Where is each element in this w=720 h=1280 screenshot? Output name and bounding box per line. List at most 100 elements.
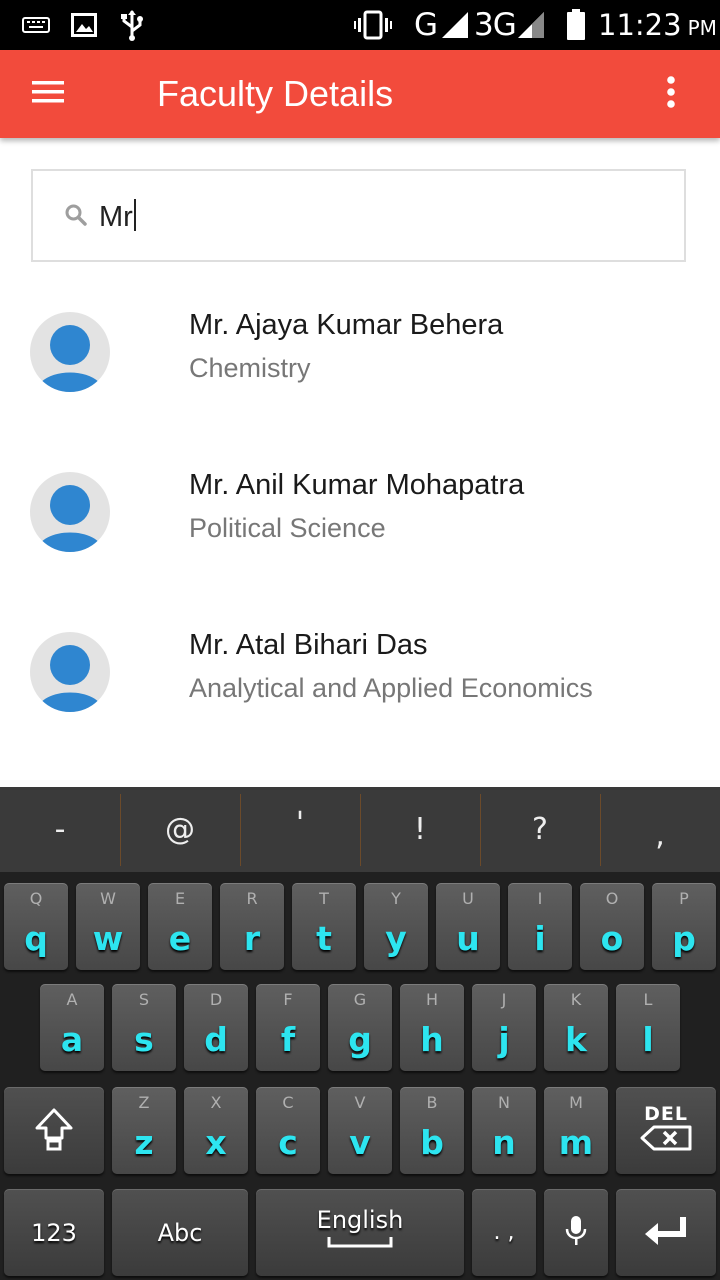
key-hint: Y: [391, 889, 401, 908]
enter-key[interactable]: [616, 1189, 716, 1276]
key-g[interactable]: Gg: [328, 984, 392, 1071]
enter-icon: [643, 1214, 689, 1252]
hamburger-menu-icon: [32, 80, 64, 109]
space-bar-icon: [327, 1234, 393, 1253]
key-t[interactable]: Tt: [292, 883, 356, 970]
key-u[interactable]: Uu: [436, 883, 500, 970]
punctuation-key[interactable]: . ,: [472, 1189, 536, 1276]
symbol-suggestion-bar: - @ ' ! ? ,: [0, 787, 720, 872]
key-l[interactable]: Ll: [616, 984, 680, 1071]
key-label: v: [349, 1123, 371, 1162]
space-key[interactable]: English: [256, 1189, 464, 1276]
clock-ampm: PM: [687, 16, 717, 40]
list-item[interactable]: Mr. Atal Bihari Das Analytical and Appli…: [0, 592, 720, 752]
suggestion-dash[interactable]: -: [0, 787, 120, 872]
key-hint: L: [643, 990, 653, 1009]
key-x[interactable]: Xx: [184, 1087, 248, 1174]
key-o[interactable]: Oo: [580, 883, 644, 970]
avatar: [30, 312, 110, 392]
overflow-menu-button[interactable]: [650, 69, 692, 119]
key-hint: Z: [138, 1093, 150, 1112]
image-icon: [71, 0, 97, 50]
key-a[interactable]: Aa: [40, 984, 104, 1071]
key-hint: U: [462, 889, 474, 908]
faculty-department: Analytical and Applied Economics: [189, 673, 593, 703]
key-hint: A: [66, 990, 78, 1009]
clock-time: 11:23: [598, 8, 682, 42]
key-label: h: [420, 1020, 444, 1059]
key-label: k: [565, 1020, 587, 1059]
backspace-icon: [640, 1125, 692, 1155]
key-w[interactable]: Ww: [76, 883, 140, 970]
key-hint: J: [501, 990, 507, 1009]
key-e[interactable]: Ee: [148, 883, 212, 970]
key-f[interactable]: Ff: [256, 984, 320, 1071]
key-label: a: [60, 1020, 84, 1059]
key-b[interactable]: Bb: [400, 1087, 464, 1174]
faculty-department: Chemistry: [189, 353, 311, 383]
key-hint: K: [570, 990, 582, 1009]
key-label: i: [534, 919, 546, 958]
key-label: x: [205, 1123, 227, 1162]
key-label: n: [492, 1123, 516, 1162]
shift-key[interactable]: [4, 1087, 104, 1174]
search-field[interactable]: Mr: [31, 169, 686, 262]
key-label: j: [498, 1020, 510, 1059]
key-n[interactable]: Nn: [472, 1087, 536, 1174]
key-label: p: [672, 919, 696, 958]
key-j[interactable]: Jj: [472, 984, 536, 1071]
key-q[interactable]: Qq: [4, 883, 68, 970]
list-item[interactable]: Mr. Ajaya Kumar Behera Chemistry: [0, 272, 720, 432]
usb-icon: [120, 0, 144, 50]
key-hint: H: [425, 990, 439, 1009]
key-label: g: [348, 1020, 372, 1059]
suggestion-comma[interactable]: ,: [600, 787, 720, 872]
key-hint: G: [353, 990, 367, 1009]
key-y[interactable]: Yy: [364, 883, 428, 970]
key-d[interactable]: Dd: [184, 984, 248, 1071]
abc-key[interactable]: Abc: [112, 1189, 248, 1276]
key-label: o: [600, 919, 624, 958]
more-vertical-icon: [666, 75, 676, 113]
suggestion-exclamation[interactable]: !: [360, 787, 480, 872]
key-s[interactable]: Ss: [112, 984, 176, 1071]
delete-key[interactable]: DEL: [616, 1087, 716, 1174]
key-label: c: [278, 1123, 298, 1162]
key-p[interactable]: Pp: [652, 883, 716, 970]
network-type-2: 3G: [474, 7, 517, 43]
key-label: w: [92, 919, 124, 958]
voice-input-key[interactable]: [544, 1189, 608, 1276]
key-r[interactable]: Rr: [220, 883, 284, 970]
list-item[interactable]: Mr. Anil Kumar Mohapatra Political Scien…: [0, 432, 720, 592]
faculty-department: Political Science: [189, 513, 386, 543]
key-h[interactable]: Hh: [400, 984, 464, 1071]
key-hint: T: [319, 889, 329, 908]
key-z[interactable]: Zz: [112, 1087, 176, 1174]
key-hint: I: [537, 889, 543, 908]
key-i[interactable]: Ii: [508, 883, 572, 970]
key-c[interactable]: Cc: [256, 1087, 320, 1174]
delete-key-label: DEL: [644, 1102, 688, 1125]
key-label: t: [316, 919, 332, 958]
key-hint: E: [174, 889, 186, 908]
suggestion-question[interactable]: ?: [480, 787, 600, 872]
key-hint: C: [282, 1093, 294, 1112]
key-m[interactable]: Mm: [544, 1087, 608, 1174]
key-k[interactable]: Kk: [544, 984, 608, 1071]
search-input[interactable]: Mr: [99, 171, 136, 260]
suggestion-apostrophe[interactable]: ': [240, 787, 360, 872]
keyboard-icon: [22, 0, 50, 50]
key-label: l: [642, 1020, 654, 1059]
key-hint: P: [679, 889, 689, 908]
numbers-key-label: 123: [31, 1218, 77, 1247]
key-hint: B: [426, 1093, 438, 1112]
numbers-key[interactable]: 123: [4, 1189, 104, 1276]
key-hint: O: [605, 889, 619, 908]
key-v[interactable]: Vv: [328, 1087, 392, 1174]
key-hint: F: [283, 990, 293, 1009]
suggestion-at[interactable]: @: [120, 787, 240, 872]
menu-button[interactable]: [18, 69, 78, 119]
signal-icon: [516, 0, 546, 50]
key-hint: W: [100, 889, 116, 908]
key-label: d: [204, 1020, 228, 1059]
